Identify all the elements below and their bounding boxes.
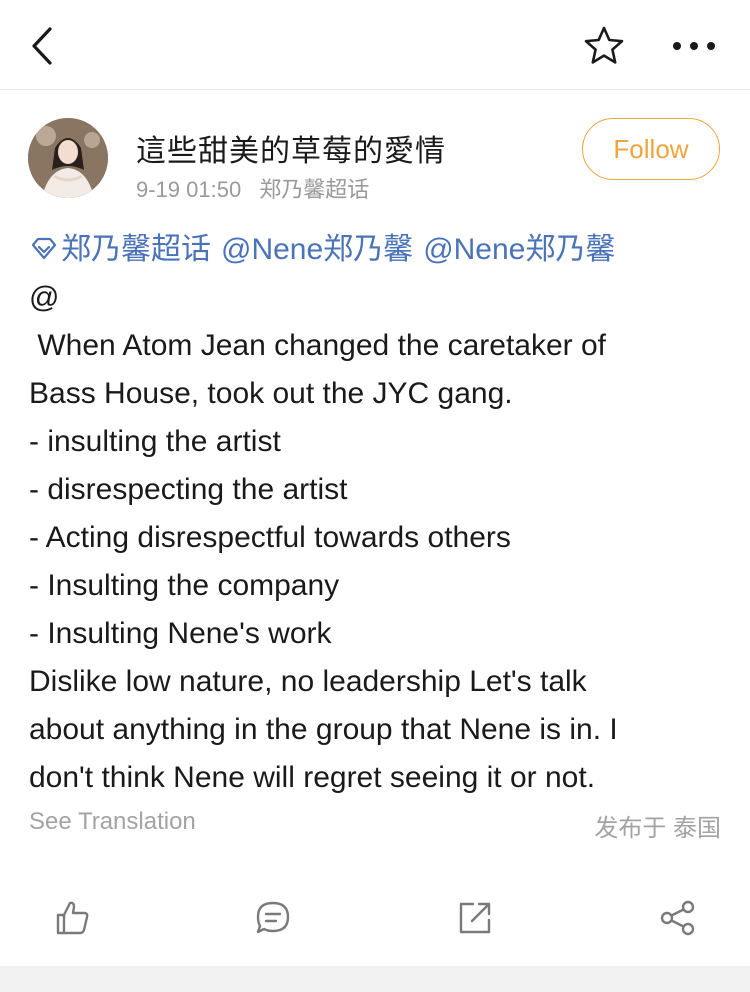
avatar-image: [28, 118, 108, 198]
chevron-left-icon: [32, 27, 52, 65]
post-text-line: - insulting the artist: [29, 425, 281, 458]
more-options-button[interactable]: [664, 22, 724, 70]
post-action-bar: [0, 880, 750, 956]
see-translation-button[interactable]: See Translation: [29, 808, 196, 836]
post-text-line: - Insulting the company: [29, 569, 340, 602]
post-text-line: - disrespecting the artist: [29, 473, 348, 506]
tag-super-topic[interactable]: 郑乃馨超话: [61, 233, 211, 266]
translation-row: See Translation 发布于 泰国: [29, 808, 721, 844]
post-text-line: @: [29, 281, 60, 314]
mention-link[interactable]: @Nene郑乃馨: [423, 233, 615, 266]
post-author-header: 這些甜美的草莓的愛情 9-19 01:50 郑乃馨超话 Follow: [28, 118, 728, 208]
star-outline-icon: [584, 26, 624, 64]
repost-icon: [459, 902, 491, 934]
share-button[interactable]: [654, 894, 702, 942]
post-location: 发布于 泰国: [594, 815, 721, 842]
post-content: 郑乃馨超话 @Nene郑乃馨 @Nene郑乃馨 @ When Atom Jean c…: [29, 226, 729, 802]
post-time: 9-19 01:50: [136, 177, 242, 202]
author-name[interactable]: 這些甜美的草莓的愛情: [136, 126, 446, 170]
more-horizontal-icon: [673, 42, 715, 50]
post-text-line: - Acting disrespectful towards others: [29, 521, 511, 554]
mention-link[interactable]: @Nene郑乃馨: [221, 233, 413, 266]
top-navigation-bar: [0, 0, 750, 90]
comment-icon: [256, 901, 290, 934]
post-tags: 郑乃馨超话 @Nene郑乃馨 @Nene郑乃馨: [29, 226, 729, 274]
follow-button[interactable]: Follow: [582, 118, 720, 180]
post-text-line: Dislike low nature, no leadership Let's …: [29, 665, 587, 698]
post-text-line: Bass House, took out the JYC gang.: [29, 377, 513, 410]
share-icon: [660, 900, 695, 936]
avatar[interactable]: [28, 118, 108, 198]
comment-button[interactable]: [249, 894, 297, 942]
thumbs-up-icon: [56, 901, 89, 935]
super-topic-diamond-icon: [31, 237, 57, 260]
post-source[interactable]: 郑乃馨超话: [259, 177, 369, 202]
post-text-line: about anything in the group that Nene is…: [29, 713, 618, 746]
post-text-line: don't think Nene will regret seeing it o…: [29, 761, 596, 794]
post-meta: 9-19 01:50 郑乃馨超话: [136, 172, 369, 204]
favorite-button[interactable]: [578, 20, 630, 72]
back-button[interactable]: [18, 22, 66, 70]
bottom-divider-strip: [0, 966, 750, 992]
post-text-line: When Atom Jean changed the caretaker of: [29, 329, 607, 362]
repost-button[interactable]: [451, 894, 499, 942]
like-button[interactable]: [48, 894, 96, 942]
post-text-line: - Insulting Nene's work: [29, 617, 332, 650]
